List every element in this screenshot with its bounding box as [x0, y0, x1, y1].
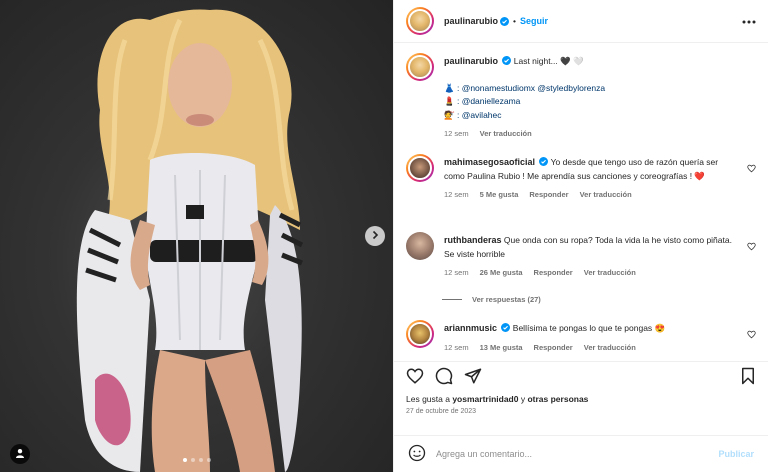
- emoji-icon[interactable]: [408, 444, 426, 464]
- likes-summary[interactable]: Les gusta a yosmartrinidad0 y otras pers…: [406, 394, 756, 404]
- carousel-indicators: [182, 458, 211, 462]
- post-details-panel: paulinarubio • Seguir paulinarubio Last …: [393, 0, 768, 472]
- carousel-dot: [198, 458, 203, 462]
- comment-likes[interactable]: 13 Me gusta: [480, 341, 523, 355]
- post-header: paulinarubio • Seguir: [394, 0, 768, 43]
- reply-button[interactable]: Responder: [529, 188, 568, 202]
- comments-feed[interactable]: paulinarubio Last night... 🖤 🤍 👗 : @nona…: [394, 44, 768, 360]
- avatar[interactable]: [406, 232, 434, 260]
- photo-subject: [76, 9, 304, 472]
- comment-time[interactable]: 12 sem: [444, 341, 469, 355]
- comment-composer: Publicar: [394, 435, 768, 472]
- post-image[interactable]: [0, 0, 393, 472]
- reply-button[interactable]: Responder: [534, 266, 573, 280]
- heart-icon[interactable]: [747, 164, 756, 175]
- avatar[interactable]: [406, 53, 434, 81]
- header-username[interactable]: paulinarubio: [444, 16, 498, 26]
- follow-button[interactable]: Seguir: [520, 16, 548, 26]
- comment-text: Bellísima te pongas lo que te pongas 😍: [512, 323, 666, 333]
- publish-button[interactable]: Publicar: [718, 449, 754, 459]
- post-actions: Les gusta a yosmartrinidad0 y otras pers…: [394, 361, 768, 436]
- comment-username[interactable]: ruthbanderas: [444, 235, 502, 245]
- comment-time[interactable]: 12 sem: [444, 266, 469, 280]
- carousel-dot: [190, 458, 195, 462]
- comment-username[interactable]: ariannmusic: [444, 323, 497, 333]
- credit-line: 💇 : @avilahec: [444, 109, 756, 123]
- haircut-emoji: 💇: [444, 109, 455, 120]
- separator: •: [513, 16, 516, 26]
- credit-line: 💄 : @daniellezama: [444, 95, 756, 109]
- replies-divider: [442, 299, 462, 300]
- reply-button[interactable]: Responder: [534, 341, 573, 355]
- share-icon[interactable]: [464, 367, 482, 387]
- comment-likes[interactable]: 26 Me gusta: [480, 266, 523, 280]
- lipstick-emoji: 💄: [444, 96, 455, 106]
- translate-link[interactable]: Ver traducción: [480, 127, 532, 141]
- translate-link[interactable]: Ver traducción: [584, 341, 636, 355]
- heart-icon[interactable]: [406, 367, 424, 387]
- more-horizontal-icon[interactable]: [742, 16, 756, 26]
- credit-mentions[interactable]: : @nonamestudiomx @styledbylorenza: [457, 83, 605, 93]
- comment-time[interactable]: 12 sem: [444, 188, 469, 202]
- carousel-dot: [206, 458, 211, 462]
- chevron-right-icon: [370, 230, 380, 242]
- caption-text: Last night... 🖤 🤍: [513, 56, 584, 66]
- avatar[interactable]: [406, 320, 434, 348]
- caption-time[interactable]: 12 sem: [444, 127, 469, 141]
- likes-others[interactable]: otras personas: [527, 394, 588, 404]
- comment-item: ruthbanderas Que onda con su ropa? Toda …: [406, 232, 756, 280]
- credit-mentions[interactable]: : @daniellezama: [457, 96, 520, 106]
- verified-badge-icon: [501, 323, 511, 332]
- verified-badge-icon: [539, 157, 549, 166]
- avatar[interactable]: [406, 154, 434, 182]
- comment-input[interactable]: [436, 449, 719, 459]
- likes-user[interactable]: yosmartrinidad0: [452, 394, 518, 404]
- comment-icon[interactable]: [435, 367, 453, 387]
- user-tag-icon: [15, 448, 25, 460]
- view-replies-label: Ver respuestas (27): [472, 295, 541, 304]
- comment-likes[interactable]: 5 Me gusta: [480, 188, 519, 202]
- comment-username[interactable]: mahimasegosaoficial: [444, 157, 535, 167]
- likes-prefix: Les gusta a: [406, 394, 450, 404]
- caption-username[interactable]: paulinarubio: [444, 56, 498, 66]
- instagram-post-modal: paulinarubio • Seguir paulinarubio Last …: [0, 0, 768, 472]
- heart-icon[interactable]: [747, 242, 756, 253]
- caption: paulinarubio Last night... 🖤 🤍 👗 : @nona…: [406, 53, 756, 141]
- carousel-next-button[interactable]: [365, 226, 385, 246]
- carousel-dot: [182, 458, 187, 462]
- verified-badge-icon: [500, 16, 509, 26]
- user-tag-button[interactable]: [10, 444, 30, 464]
- credit-line: 👗 : @nonamestudiomx @styledbylorenza: [444, 82, 756, 96]
- avatar[interactable]: [406, 7, 434, 35]
- translate-link[interactable]: Ver traducción: [584, 266, 636, 280]
- comment-item: ariannmusic Bellísima te pongas lo que t…: [406, 320, 756, 354]
- verified-badge-icon: [502, 56, 512, 65]
- post-date: 27 de octubre de 2023: [406, 408, 477, 415]
- translate-link[interactable]: Ver traducción: [580, 188, 632, 202]
- dress-emoji: 👗: [444, 82, 455, 93]
- bookmark-icon[interactable]: [740, 367, 756, 387]
- view-replies-button[interactable]: Ver respuestas (27): [442, 295, 541, 304]
- credit-mentions[interactable]: : @avilahec: [457, 110, 502, 120]
- heart-icon[interactable]: [747, 330, 756, 341]
- comment-item: mahimasegosaoficial Yo desde que tengo u…: [406, 154, 756, 202]
- likes-conjunction: y: [520, 394, 526, 404]
